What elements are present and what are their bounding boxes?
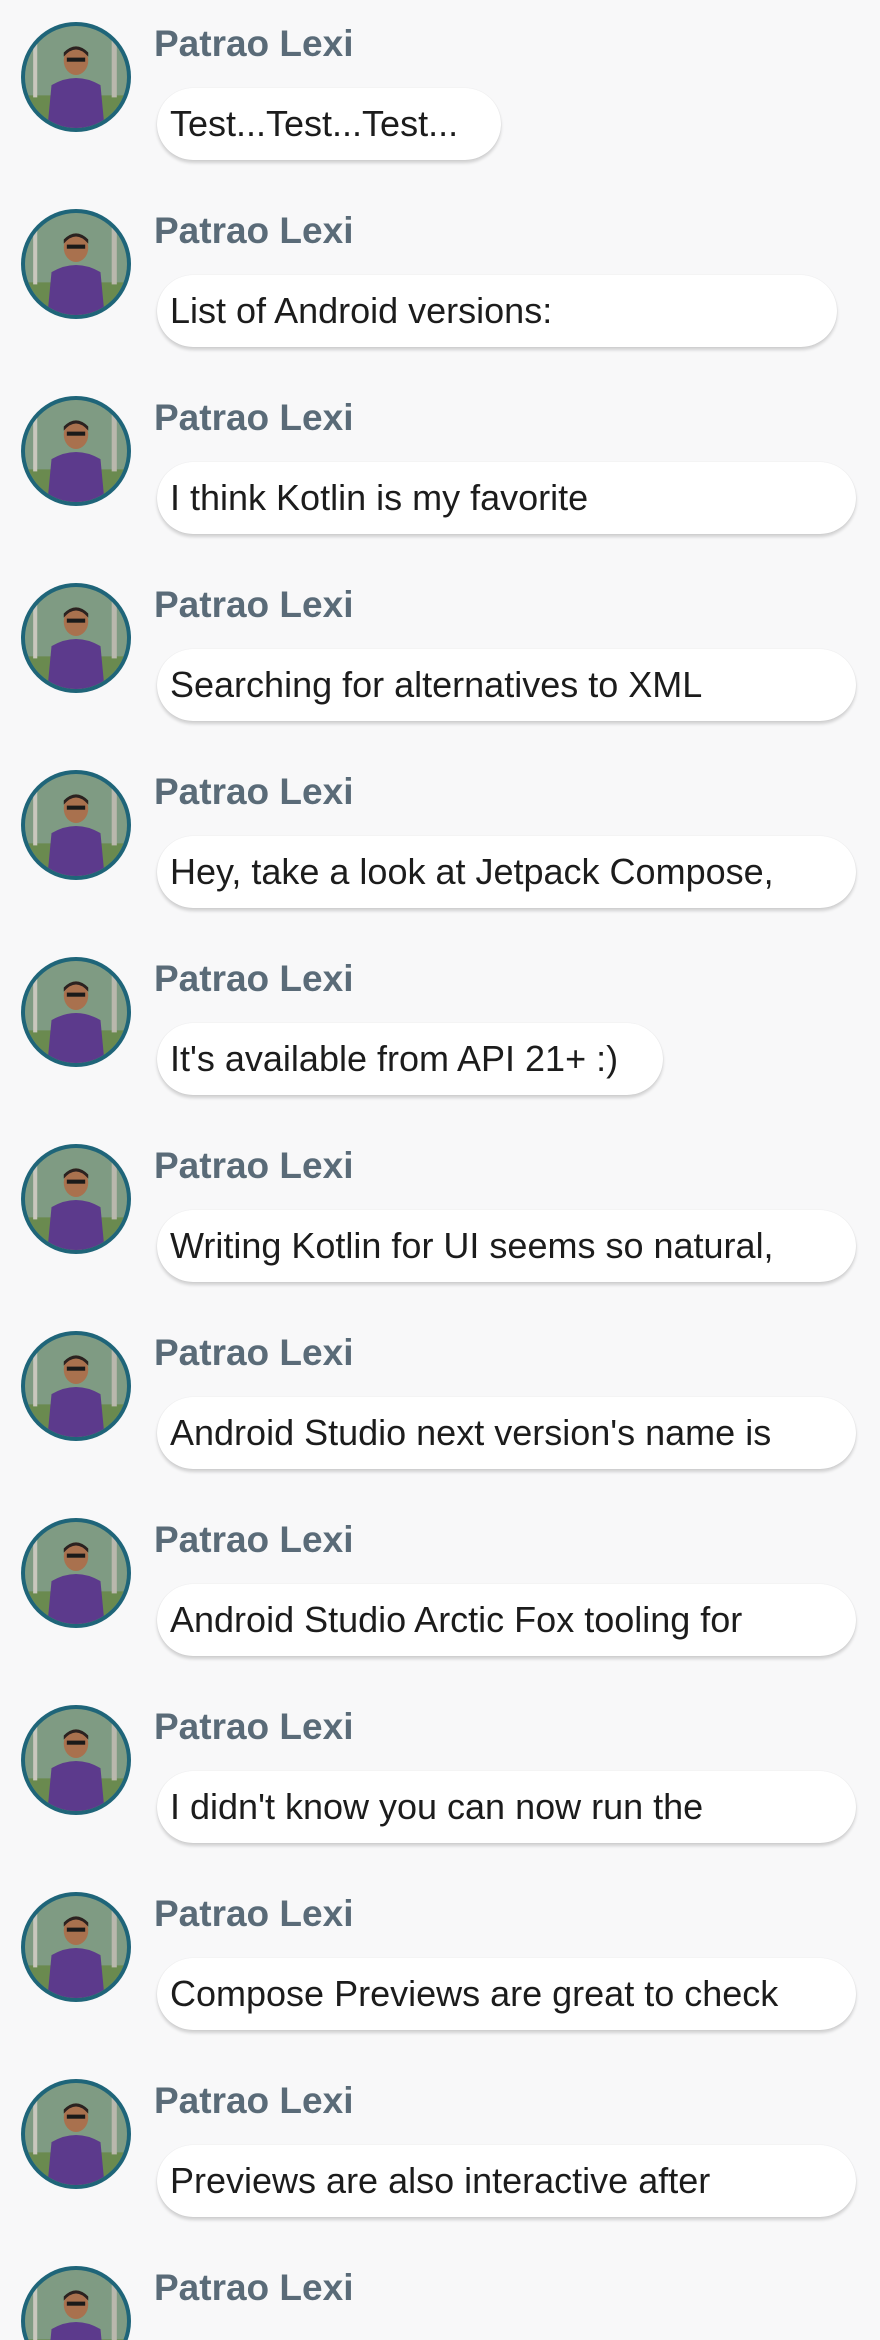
profile-photo-icon <box>25 26 127 128</box>
author-name: Patrao Lexi <box>154 397 354 438</box>
message-item: Patrao Lexi Hey, take a look at Jetpack … <box>0 748 880 935</box>
avatar[interactable] <box>21 396 131 506</box>
author-name: Patrao Lexi <box>154 1519 354 1560</box>
message-item: Patrao Lexi Test...Test...Test... <box>0 0 880 187</box>
profile-photo-icon <box>25 2083 127 2185</box>
avatar[interactable] <box>21 1331 131 1441</box>
message-item: Patrao Lexi It's available from API 21+ … <box>0 935 880 1122</box>
message-item: Patrao Lexi List of Android versions: <box>0 187 880 374</box>
author-name: Patrao Lexi <box>154 1332 354 1373</box>
message-item: Patrao Lexi Android Studio next version'… <box>0 1309 880 1496</box>
author-name: Patrao Lexi <box>154 1145 354 1186</box>
message-bubble[interactable]: Writing Kotlin for UI seems so natural, <box>157 1210 856 1282</box>
message-item: Patrao Lexi Writing Kotlin for UI seems … <box>0 1122 880 1309</box>
avatar[interactable] <box>21 1518 131 1628</box>
profile-photo-icon <box>25 1522 127 1624</box>
author-name: Patrao Lexi <box>154 584 354 625</box>
avatar[interactable] <box>21 770 131 880</box>
author-name: Patrao Lexi <box>154 1893 354 1934</box>
profile-photo-icon <box>25 400 127 502</box>
avatar[interactable] <box>21 22 131 132</box>
author-name: Patrao Lexi <box>154 958 354 999</box>
message-bubble[interactable]: Searching for alternatives to XML <box>157 649 856 721</box>
message-item: Patrao Lexi <box>0 2244 880 2340</box>
author-name: Patrao Lexi <box>154 210 354 251</box>
message-bubble[interactable]: Previews are also interactive after <box>157 2145 856 2217</box>
author-name: Patrao Lexi <box>154 771 354 812</box>
profile-photo-icon <box>25 213 127 315</box>
message-item: Patrao Lexi Compose Previews are great t… <box>0 1870 880 2057</box>
avatar[interactable] <box>21 209 131 319</box>
profile-photo-icon <box>25 2270 127 2340</box>
message-item: Patrao Lexi Previews are also interactiv… <box>0 2057 880 2244</box>
message-bubble[interactable]: Compose Previews are great to check <box>157 1958 856 2030</box>
avatar[interactable] <box>21 1892 131 2002</box>
author-name: Patrao Lexi <box>154 23 354 64</box>
profile-photo-icon <box>25 1148 127 1250</box>
message-bubble[interactable]: I didn't know you can now run the <box>157 1771 856 1843</box>
message-bubble[interactable]: Test...Test...Test... <box>157 88 501 160</box>
avatar[interactable] <box>21 583 131 693</box>
profile-photo-icon <box>25 587 127 689</box>
message-list[interactable]: Patrao Lexi Test...Test...Test... Patrao… <box>0 0 880 2340</box>
avatar[interactable] <box>21 1144 131 1254</box>
profile-photo-icon <box>25 961 127 1063</box>
profile-photo-icon <box>25 1335 127 1437</box>
profile-photo-icon <box>25 774 127 876</box>
author-name: Patrao Lexi <box>154 2080 354 2121</box>
message-item: Patrao Lexi I didn't know you can now ru… <box>0 1683 880 1870</box>
author-name: Patrao Lexi <box>154 1706 354 1747</box>
avatar[interactable] <box>21 1705 131 1815</box>
message-bubble[interactable]: Android Studio Arctic Fox tooling for <box>157 1584 856 1656</box>
message-bubble[interactable]: It's available from API 21+ :) <box>157 1023 663 1095</box>
message-bubble[interactable]: Hey, take a look at Jetpack Compose, <box>157 836 856 908</box>
message-bubble[interactable]: List of Android versions: <box>157 275 837 347</box>
message-item: Patrao Lexi I think Kotlin is my favorit… <box>0 374 880 561</box>
profile-photo-icon <box>25 1709 127 1811</box>
profile-photo-icon <box>25 1896 127 1998</box>
author-name: Patrao Lexi <box>154 2267 354 2308</box>
message-item: Patrao Lexi Searching for alternatives t… <box>0 561 880 748</box>
message-bubble[interactable]: Android Studio next version's name is <box>157 1397 856 1469</box>
avatar[interactable] <box>21 2266 131 2340</box>
avatar[interactable] <box>21 2079 131 2189</box>
message-bubble[interactable]: I think Kotlin is my favorite <box>157 462 856 534</box>
avatar[interactable] <box>21 957 131 1067</box>
message-item: Patrao Lexi Android Studio Arctic Fox to… <box>0 1496 880 1683</box>
